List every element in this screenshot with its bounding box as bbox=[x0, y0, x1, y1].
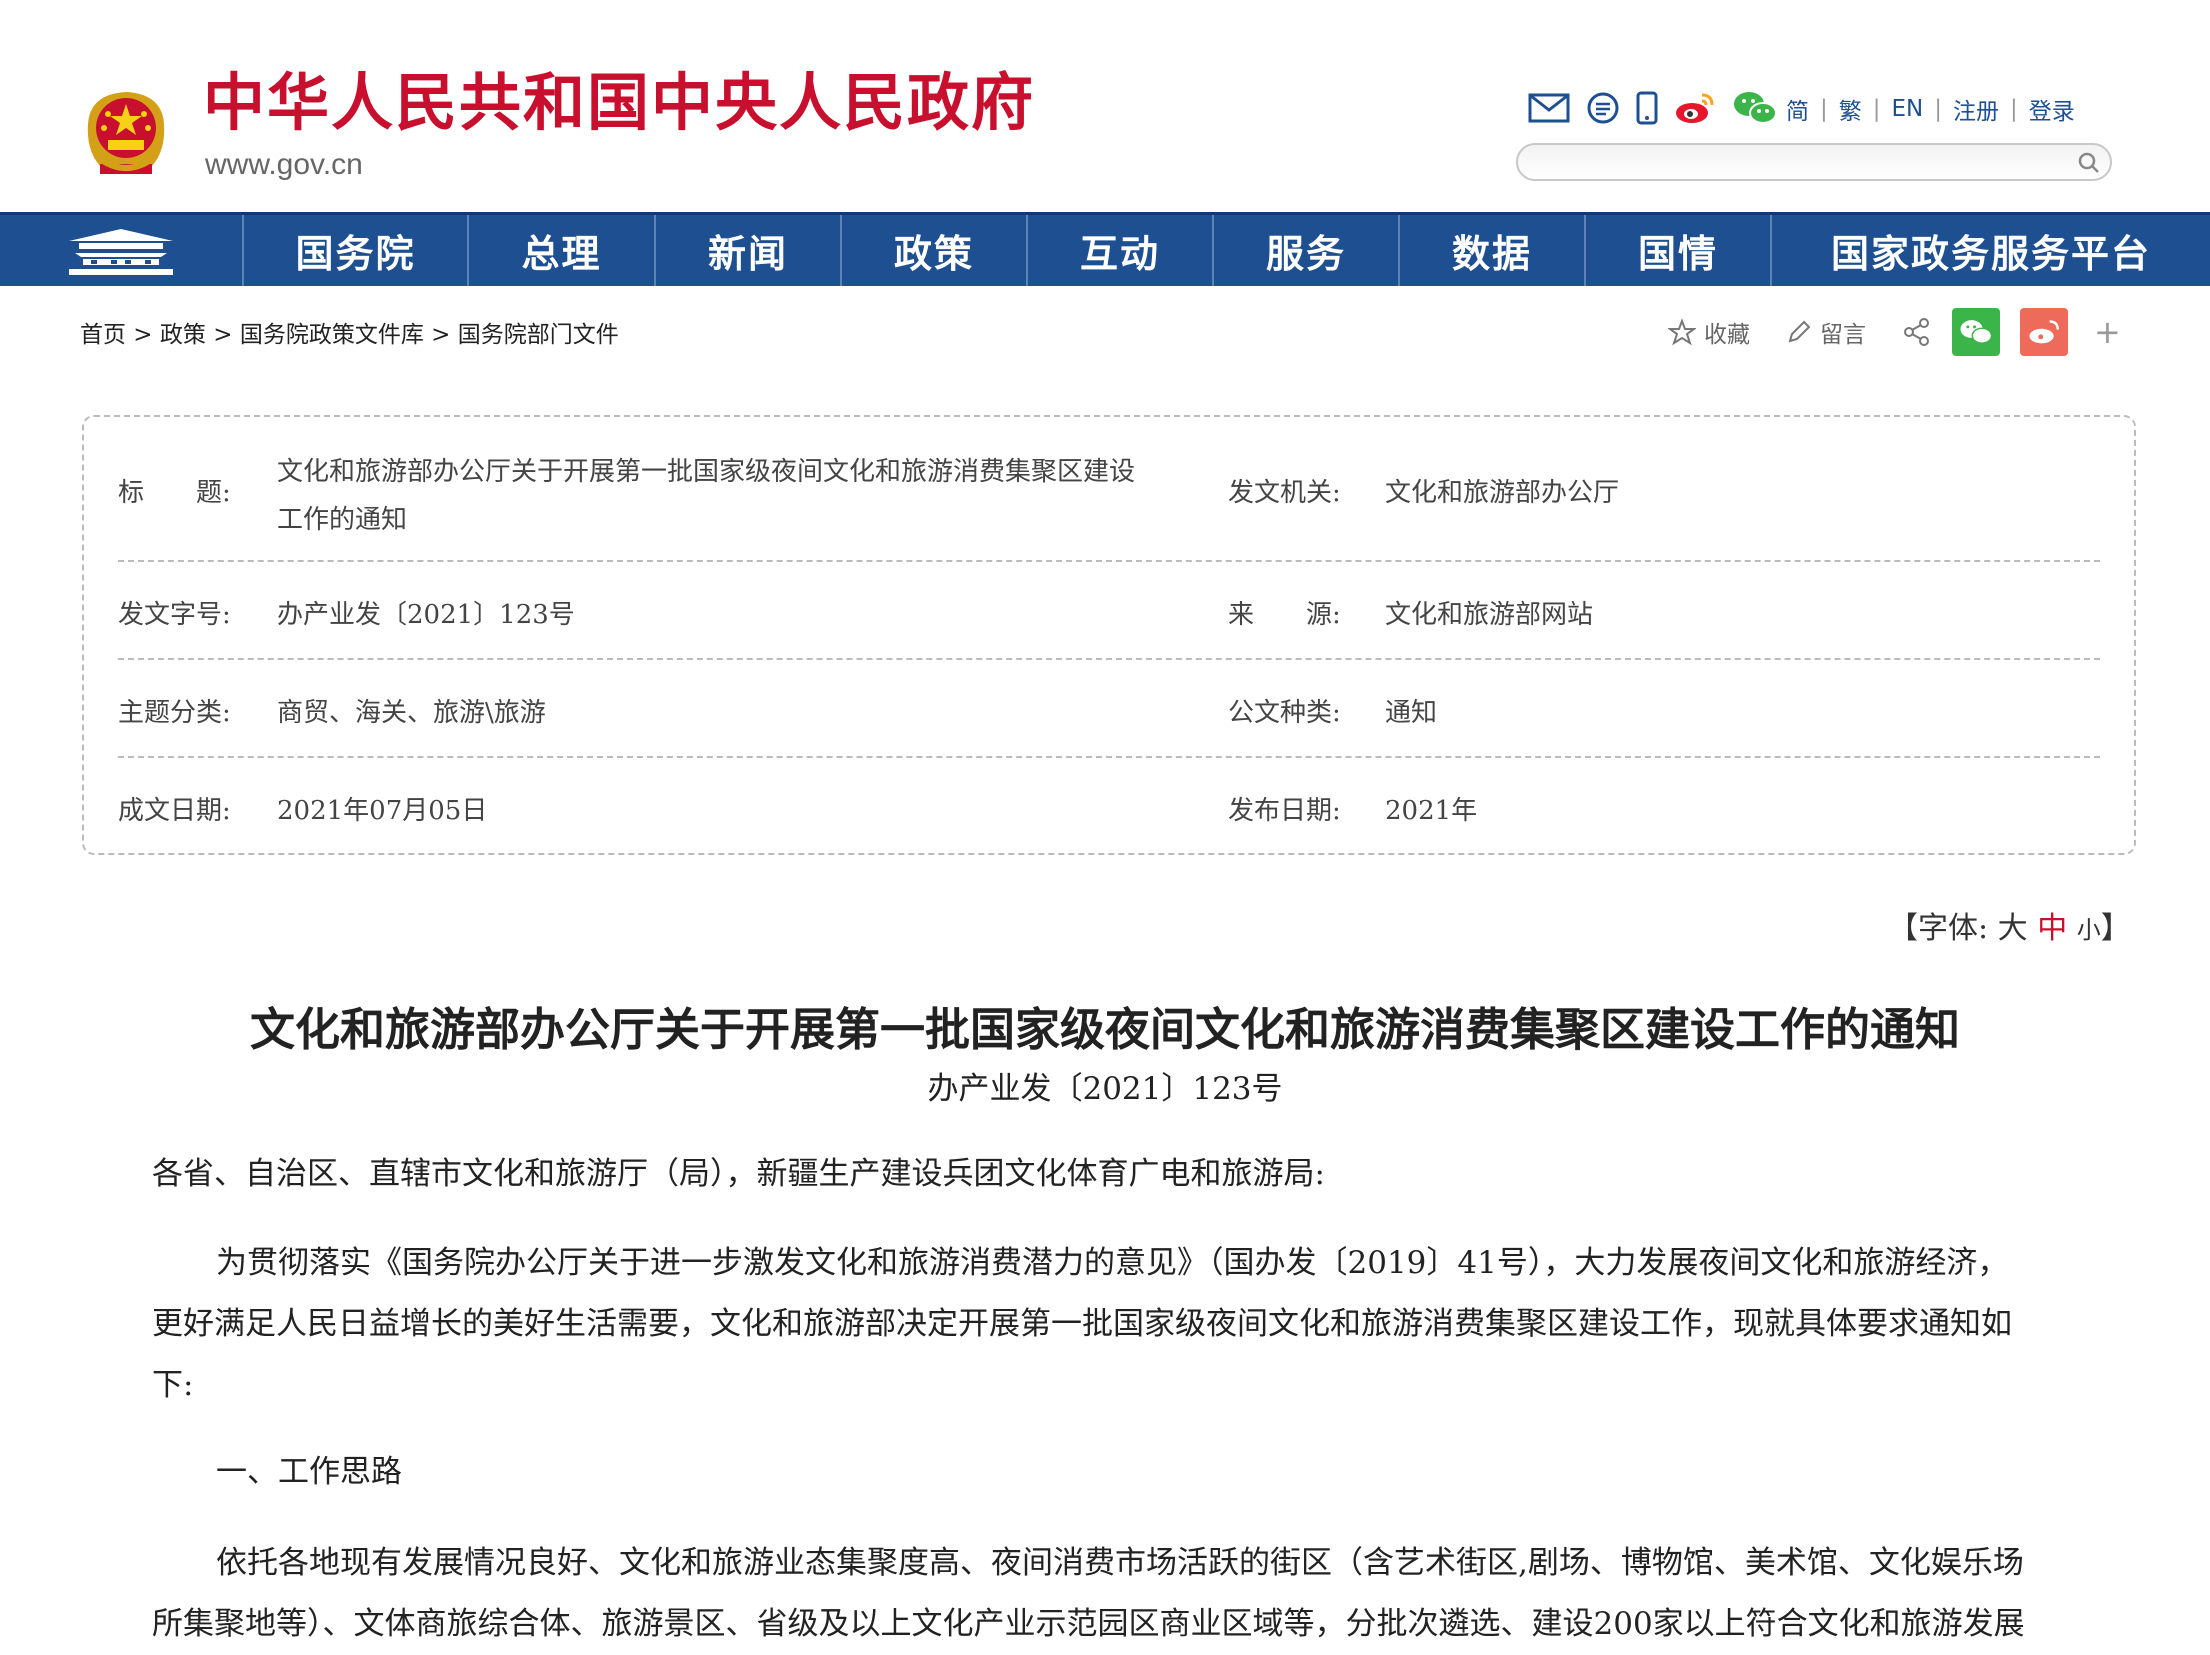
nav-gov-service-platform[interactable]: 国家政务服务平台 bbox=[1770, 215, 2210, 286]
issuer-value: 文化和旅游部办公厅 bbox=[1385, 478, 1620, 508]
breadcrumb-home[interactable]: 首页 bbox=[80, 322, 126, 348]
nav-home-icon[interactable] bbox=[0, 215, 242, 286]
source-label: 来 源: bbox=[1228, 600, 1341, 630]
doc-type-label: 公文种类: bbox=[1228, 698, 1341, 728]
font-size-large[interactable]: 大 bbox=[1998, 911, 2028, 946]
nav-interaction[interactable]: 互动 bbox=[1026, 215, 1212, 286]
message-icon[interactable] bbox=[1586, 91, 1620, 125]
doc-number-label: 发文字号: bbox=[118, 600, 231, 630]
title-value: 文化和旅游部办公厅关于开展第一批国家级夜间文化和旅游消费集聚区建设 工作的通知 bbox=[277, 457, 1136, 535]
favorite-button[interactable]: 收藏 bbox=[1668, 315, 1750, 349]
breadcrumb-policy-library[interactable]: 国务院政策文件库 bbox=[240, 322, 424, 348]
paragraph-2: 依托各地现有发展情况良好、文化和旅游业态集聚度高、夜间消费市场活跃的街区（含艺术… bbox=[152, 1545, 2025, 1642]
search-icon[interactable] bbox=[2076, 150, 2102, 180]
lang-simplified-link[interactable]: 简 bbox=[1786, 92, 1809, 126]
nav-data[interactable]: 数据 bbox=[1398, 215, 1584, 286]
nav-services[interactable]: 服务 bbox=[1212, 215, 1398, 286]
written-date-label: 成文日期: bbox=[118, 796, 231, 826]
wechat-icon[interactable] bbox=[1732, 90, 1778, 126]
nav-state-council[interactable]: 国务院 bbox=[242, 215, 467, 286]
breadcrumb: 首页 > 政策 > 国务院政策文件库 > 国务院部门文件 bbox=[80, 322, 619, 348]
comment-button[interactable]: 留言 bbox=[1786, 315, 1866, 349]
register-link[interactable]: 注册 bbox=[1953, 92, 1999, 126]
document-number: 办产业发〔2021〕123号 bbox=[927, 1071, 1283, 1107]
site-title[interactable]: 中华人民共和国中央人民政府 bbox=[203, 72, 1035, 134]
lang-traditional-link[interactable]: 繁 bbox=[1839, 92, 1862, 126]
lang-english-link[interactable]: EN bbox=[1892, 96, 1924, 122]
font-size-small[interactable]: 小 bbox=[2077, 916, 2101, 944]
topic-value: 商贸、海关、旅游\旅游 bbox=[277, 698, 546, 728]
pencil-icon bbox=[1788, 320, 1811, 343]
mobile-icon[interactable] bbox=[1636, 91, 1658, 125]
top-icon-bar bbox=[1528, 88, 1794, 128]
search-box bbox=[1516, 143, 2112, 181]
breadcrumb-policy[interactable]: 政策 bbox=[160, 322, 206, 348]
topic-label: 主题分类: bbox=[118, 698, 231, 728]
title-label: 标 题: bbox=[118, 478, 231, 508]
nav-national-info[interactable]: 国情 bbox=[1584, 215, 1770, 286]
weibo-share-icon[interactable] bbox=[2020, 308, 2068, 356]
language-links: 简 | 繁 | EN | 注册 | 登录 bbox=[1786, 92, 2075, 126]
font-size-medium[interactable]: 中 bbox=[2037, 911, 2067, 946]
weibo-icon[interactable] bbox=[1674, 91, 1716, 125]
nav-policy[interactable]: 政策 bbox=[840, 215, 1026, 286]
paragraph-1: 为贯彻落实《国务院办公厅关于进一步激发文化和旅游消费潜力的意见》（国办发〔201… bbox=[152, 1245, 2012, 1403]
site-domain: www.gov.cn bbox=[205, 148, 363, 181]
more-share-button[interactable]: + bbox=[2094, 313, 2121, 351]
search-input[interactable] bbox=[1536, 145, 2060, 181]
info-divider bbox=[118, 560, 2100, 562]
issuer-label: 发文机关: bbox=[1228, 478, 1341, 508]
breadcrumb-dept-documents[interactable]: 国务院部门文件 bbox=[458, 322, 619, 348]
nav-news[interactable]: 新闻 bbox=[654, 215, 840, 286]
info-divider bbox=[118, 658, 2100, 660]
wechat-share-icon[interactable] bbox=[1952, 308, 2000, 356]
info-divider bbox=[118, 756, 2100, 758]
source-value: 文化和旅游部网站 bbox=[1385, 600, 1594, 630]
font-size-selector: 【字体: 大 中 小】 bbox=[1888, 911, 2131, 946]
written-date-value: 2021年07月05日 bbox=[277, 796, 488, 826]
publish-date-value: 2021年 bbox=[1385, 796, 1478, 826]
salutation: 各省、自治区、直辖市文化和旅游厅（局），新疆生产建设兵团文化体育广电和旅游局: bbox=[152, 1156, 1325, 1192]
mail-icon[interactable] bbox=[1528, 92, 1570, 124]
section-heading-1: 一、工作思路 bbox=[216, 1454, 402, 1490]
share-icon[interactable] bbox=[1902, 317, 1932, 347]
doc-number-value: 办产业发〔2021〕123号 bbox=[277, 600, 575, 630]
doc-type-value: 通知 bbox=[1385, 698, 1438, 728]
main-navigation: 国务院 总理 新闻 政策 互动 服务 数据 国情 国家政务服务平台 bbox=[0, 212, 2210, 286]
login-link[interactable]: 登录 bbox=[2029, 92, 2075, 126]
star-icon bbox=[1668, 318, 1696, 346]
publish-date-label: 发布日期: bbox=[1228, 796, 1341, 826]
national-emblem-logo[interactable] bbox=[78, 84, 174, 184]
document-title: 文化和旅游部办公厅关于开展第一批国家级夜间文化和旅游消费集聚区建设工作的通知 bbox=[249, 1003, 1960, 1056]
nav-premier[interactable]: 总理 bbox=[467, 215, 654, 286]
article-tools: 收藏 留言 + bbox=[1668, 308, 2121, 356]
